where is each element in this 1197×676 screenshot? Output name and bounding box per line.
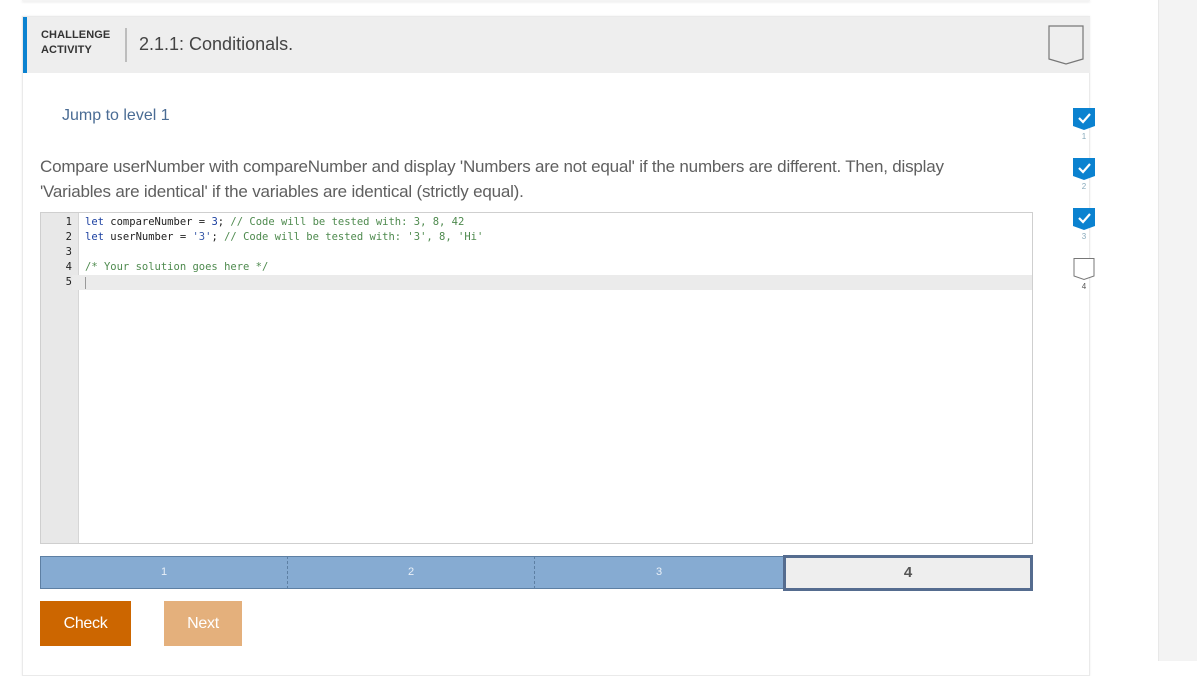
jump-to-level-link[interactable]: Jump to level 1 bbox=[62, 107, 170, 125]
activity-header: CHALLENGE ACTIVITY 2.1.1: Conditionals. bbox=[23, 17, 1090, 73]
next-button[interactable]: Next bbox=[164, 601, 242, 646]
progress-segment-1[interactable]: 1 bbox=[40, 556, 288, 589]
activity-title: 2.1.1: Conditionals. bbox=[139, 34, 294, 54]
challenge-activity-card: CHALLENGE ACTIVITY 2.1.1: Conditionals. … bbox=[22, 16, 1095, 676]
code-line[interactable]: 4 /* Your solution goes here */ bbox=[41, 260, 1032, 275]
level-incomplete-icon bbox=[1071, 257, 1097, 281]
code-token: /* Your solution goes here */ bbox=[85, 261, 269, 273]
progress-segment-4[interactable]: 4 bbox=[783, 555, 1033, 591]
code-token: ; bbox=[211, 231, 225, 243]
code-token: // Code will be tested with: 3, 8, 42 bbox=[230, 216, 465, 228]
check-button[interactable]: Check bbox=[40, 601, 131, 646]
line-number: 3 bbox=[65, 246, 72, 258]
incomplete-badge-icon bbox=[1048, 25, 1084, 70]
code-line[interactable]: 1 let compareNumber = 3; // Code will be … bbox=[41, 215, 1032, 230]
level-complete-check-icon bbox=[1071, 157, 1097, 181]
level-progress-bar: 1234 bbox=[40, 555, 1033, 591]
code-token: userNumber = bbox=[103, 231, 193, 243]
right-page-margin bbox=[1158, 0, 1197, 661]
level-indicator-list: 1 2 3 4 bbox=[1071, 107, 1097, 307]
level-indicator-4: 4 bbox=[1071, 257, 1097, 307]
code-text: let userNumber = '3'; // Code will be te… bbox=[85, 230, 483, 245]
level-number: 1 bbox=[1081, 132, 1087, 141]
line-number: 5 bbox=[41, 275, 72, 290]
activity-type-label: CHALLENGE ACTIVITY bbox=[41, 29, 111, 56]
level-complete-check-icon bbox=[1071, 107, 1097, 131]
level-number: 2 bbox=[1081, 182, 1087, 191]
code-token: let bbox=[85, 231, 104, 243]
code-editor[interactable]: 1 let compareNumber = 3; // Code will be … bbox=[40, 212, 1033, 544]
code-text: let compareNumber = 3; // Code will be t… bbox=[85, 215, 464, 230]
code-text: /* Your solution goes here */ bbox=[85, 260, 268, 275]
level-indicator-3: 3 bbox=[1071, 207, 1097, 257]
header-divider bbox=[125, 28, 127, 62]
line-number: 4 bbox=[65, 261, 72, 273]
text-cursor bbox=[85, 277, 86, 289]
progress-segment-2[interactable]: 2 bbox=[288, 556, 535, 589]
code-line[interactable]: 5 bbox=[41, 275, 1032, 290]
progress-segment-3[interactable]: 3 bbox=[535, 556, 783, 589]
level-complete-check-icon bbox=[1071, 207, 1097, 231]
challenge-prompt: Compare userNumber with compareNumber an… bbox=[40, 157, 944, 201]
code-line[interactable]: 2 let userNumber = '3'; // Code will be t… bbox=[41, 230, 1032, 245]
level-indicator-1: 1 bbox=[1071, 107, 1097, 157]
line-number: 1 bbox=[65, 216, 72, 228]
line-number: 2 bbox=[65, 231, 72, 243]
code-token: let bbox=[85, 216, 104, 228]
code-token: compareNumber = bbox=[103, 216, 212, 228]
code-line[interactable]: 3 bbox=[41, 245, 1032, 260]
code-token: // Code will be tested with: '3', 8, 'Hi… bbox=[224, 231, 484, 243]
level-number: 3 bbox=[1081, 232, 1087, 241]
top-divider bbox=[22, 0, 1090, 1]
level-indicator-2: 2 bbox=[1071, 157, 1097, 207]
code-token: ; bbox=[217, 216, 231, 228]
level-number: 4 bbox=[1081, 282, 1087, 291]
code-token: '3' bbox=[192, 231, 212, 243]
